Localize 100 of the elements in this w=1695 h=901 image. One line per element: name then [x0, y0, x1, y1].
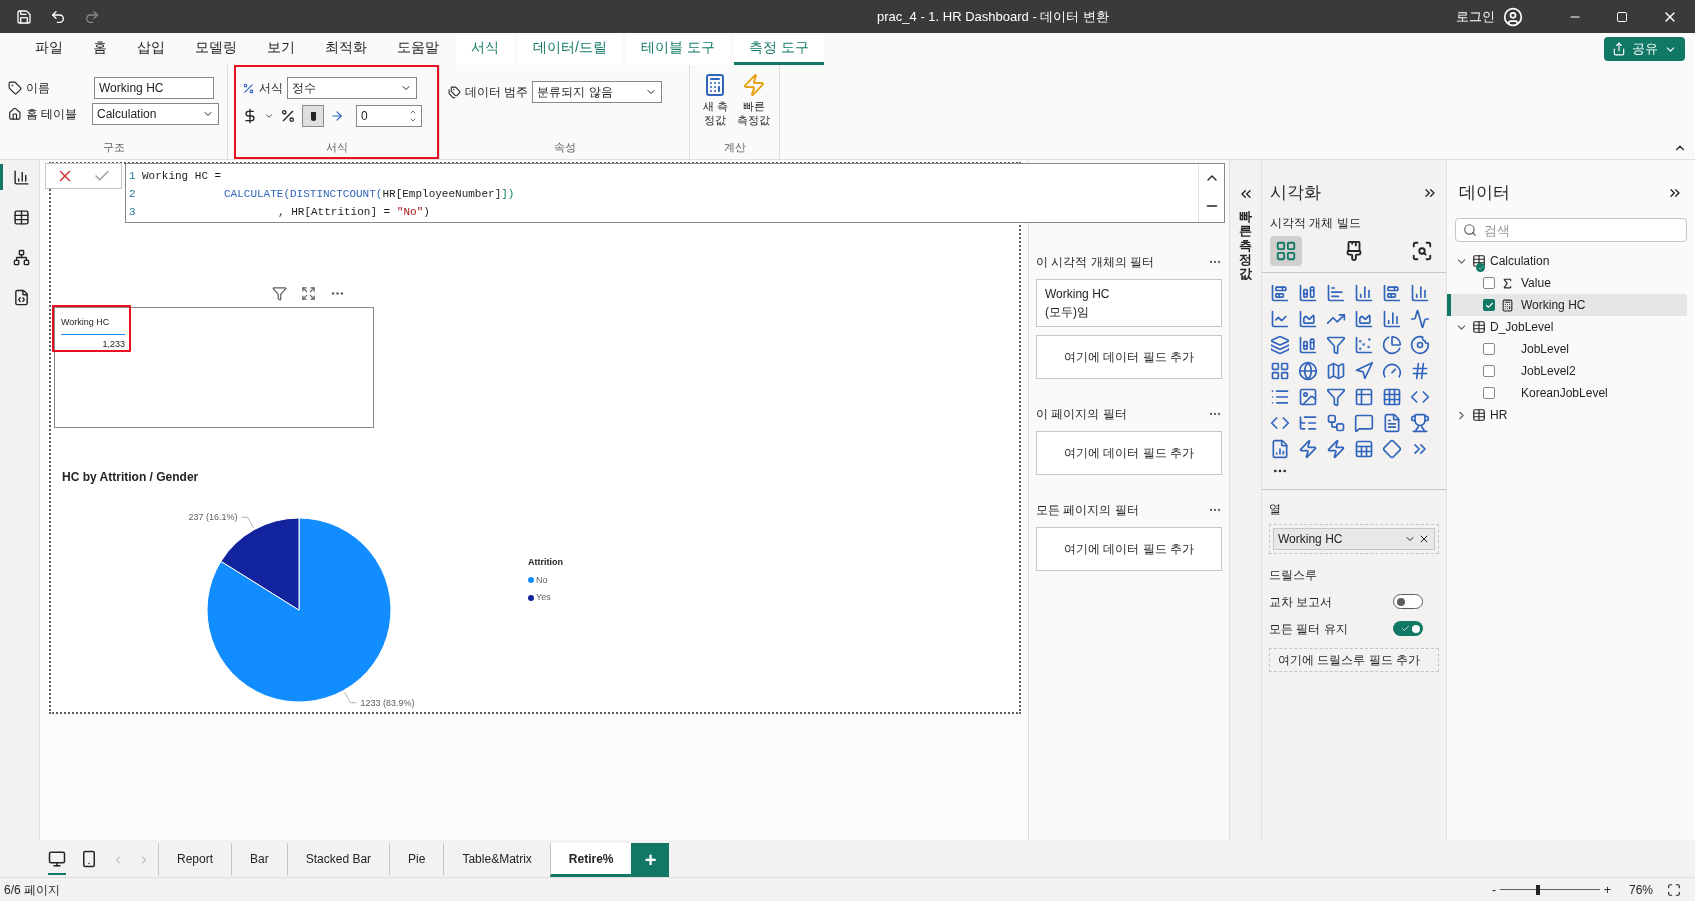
- table-item[interactable]: D_JobLevel: [1447, 316, 1687, 338]
- field-item[interactable]: KoreanJobLevel: [1447, 382, 1687, 404]
- format-dropdown[interactable]: 정수: [287, 77, 417, 99]
- save-icon[interactable]: [16, 8, 32, 25]
- waterfall-chart-icon[interactable]: [1298, 334, 1318, 355]
- search-field[interactable]: 검색: [1455, 218, 1687, 242]
- toggle-switch[interactable]: [1393, 621, 1423, 636]
- map-icon[interactable]: [1326, 360, 1346, 381]
- toggle-switch[interactable]: [1393, 594, 1423, 609]
- add-page-button[interactable]: +: [631, 843, 670, 877]
- decrement-icon[interactable]: [409, 116, 417, 124]
- zoom-in-button[interactable]: +: [1599, 880, 1615, 899]
- add-field-dropzone[interactable]: 여기에 데이터 필드 추가: [1036, 335, 1222, 379]
- data-category-dropdown[interactable]: 분류되지 않음: [532, 81, 663, 103]
- ribbon-tab[interactable]: 측정 도구: [733, 33, 824, 65]
- field-item[interactable]: Working HC: [1447, 294, 1687, 316]
- page-tab[interactable]: Retire%: [549, 843, 632, 877]
- ribbon-tab[interactable]: 삽입: [122, 33, 180, 65]
- combo-chart-icon[interactable]: [1382, 308, 1402, 329]
- maximize-icon[interactable]: [1616, 10, 1628, 23]
- ribbon-tab[interactable]: 데이터/드릴: [518, 33, 622, 65]
- increment-icon[interactable]: [409, 108, 417, 116]
- stacked-bar-chart-icon[interactable]: [1270, 282, 1290, 303]
- checkbox[interactable]: [1483, 365, 1495, 377]
- slider-thumb[interactable]: [1535, 884, 1540, 895]
- table-item[interactable]: HR: [1447, 404, 1687, 426]
- stacked-bar-chart-icon[interactable]: [1382, 282, 1402, 303]
- ribbon-tab[interactable]: 도움말: [382, 33, 454, 65]
- field-pill[interactable]: Working HC: [1273, 527, 1435, 550]
- field-item[interactable]: JobLevel2: [1447, 360, 1687, 382]
- bar-chart-icon[interactable]: [1326, 282, 1346, 303]
- checkbox[interactable]: [1483, 387, 1495, 399]
- funnel-icon[interactable]: [1326, 334, 1346, 355]
- add-field-dropzone[interactable]: 여기에 데이터 필드 추가: [1036, 431, 1222, 475]
- checkbox[interactable]: [1483, 343, 1495, 355]
- tree-icon[interactable]: [1326, 412, 1346, 433]
- kpi-icon[interactable]: [1298, 386, 1318, 407]
- scatter-chart-icon[interactable]: [1354, 334, 1374, 355]
- treemap-icon[interactable]: [1270, 360, 1290, 381]
- formula-editor[interactable]: 1 Working HC = 2 CALCULATE(DISTINCTCOUNT(HR[EmployeeNumber]]) 3 , HR[Attrition] = "No"): [125, 163, 1225, 223]
- area-chart-icon[interactable]: [1354, 308, 1374, 329]
- lightning-icon[interactable]: [1326, 438, 1346, 459]
- donut-chart-icon[interactable]: [1410, 334, 1430, 355]
- measure-button[interactable]: 새 측정값: [698, 73, 733, 127]
- filter-icon[interactable]: [272, 285, 287, 301]
- field-item[interactable]: Value: [1447, 272, 1687, 294]
- ribbon-chart-icon[interactable]: [1270, 334, 1290, 355]
- ribbon-tab[interactable]: 보기: [252, 33, 310, 65]
- decimal-places-field[interactable]: 0: [356, 105, 422, 127]
- checkbox[interactable]: [1483, 299, 1495, 311]
- matrix-icon[interactable]: [1382, 386, 1402, 407]
- ribbon-tab[interactable]: 홈: [78, 33, 122, 65]
- page-tab[interactable]: Table&Matrix: [443, 843, 550, 877]
- document-icon[interactable]: [1382, 412, 1402, 433]
- page-tab[interactable]: Stacked Bar: [286, 843, 390, 877]
- column-chart-icon[interactable]: [1410, 282, 1430, 303]
- sheet-icon[interactable]: [1354, 438, 1374, 459]
- chevron-icon[interactable]: [264, 111, 274, 121]
- combo-chart-icon[interactable]: [1410, 308, 1430, 329]
- ribbon-tab[interactable]: 최적화: [310, 33, 382, 65]
- comma-style-icon[interactable]: [302, 105, 324, 127]
- zoom-out-button[interactable]: -: [1487, 880, 1500, 899]
- field-item[interactable]: JobLevel: [1447, 338, 1687, 360]
- stacked-column-chart-icon[interactable]: [1298, 282, 1318, 303]
- pie-chart-icon[interactable]: [1382, 334, 1402, 355]
- page-tab[interactable]: Bar: [231, 843, 287, 877]
- ribbon-tab[interactable]: 서식: [456, 33, 514, 65]
- measure-button[interactable]: 빠른 측정값: [736, 73, 771, 127]
- line-chart-icon[interactable]: [1270, 308, 1290, 329]
- currency-icon[interactable]: [242, 108, 258, 124]
- redo-icon[interactable]: [84, 8, 100, 25]
- fit-to-page-icon[interactable]: [1667, 882, 1681, 897]
- speech-bubble-icon[interactable]: [1354, 412, 1374, 433]
- table-icon[interactable]: [1354, 386, 1374, 407]
- add-field-dropzone[interactable]: 여기에 데이터 필드 추가: [1036, 527, 1222, 571]
- fields-icon[interactable]: [1270, 235, 1302, 266]
- arrow-icon[interactable]: [1354, 360, 1374, 381]
- lightning-icon[interactable]: [1298, 438, 1318, 459]
- drillthrough-dropzone[interactable]: 여기에 드릴스루 필드 추가: [1269, 647, 1439, 672]
- home-table-dropdown[interactable]: Calculation: [92, 103, 219, 125]
- decimal-icon[interactable]: [330, 109, 344, 123]
- slicer-icon[interactable]: [1326, 386, 1346, 407]
- focus-mode-icon[interactable]: [301, 285, 316, 301]
- area-chart-icon[interactable]: [1298, 308, 1318, 329]
- globe-icon[interactable]: [1298, 360, 1318, 381]
- ribbon-tab[interactable]: 파일: [20, 33, 78, 65]
- user-icon[interactable]: [1503, 6, 1523, 27]
- sign-in-link[interactable]: 로그인: [1456, 6, 1495, 27]
- ribbon-tab[interactable]: 모델링: [180, 33, 252, 65]
- checkbox[interactable]: [1483, 277, 1495, 289]
- share-button[interactable]: 공유: [1604, 37, 1685, 61]
- page-tab[interactable]: Pie: [389, 843, 444, 877]
- diamond-icon[interactable]: [1382, 438, 1402, 459]
- table-item[interactable]: Calculation: [1447, 250, 1687, 272]
- card-visual[interactable]: Working HC 1,233: [54, 307, 374, 428]
- ribbon-tab[interactable]: 테이블 도구: [625, 33, 730, 65]
- percent-icon[interactable]: [280, 108, 296, 124]
- report-icon[interactable]: [1270, 438, 1290, 459]
- name-field[interactable]: Working HC: [94, 77, 214, 99]
- card-icon[interactable]: [1410, 360, 1430, 381]
